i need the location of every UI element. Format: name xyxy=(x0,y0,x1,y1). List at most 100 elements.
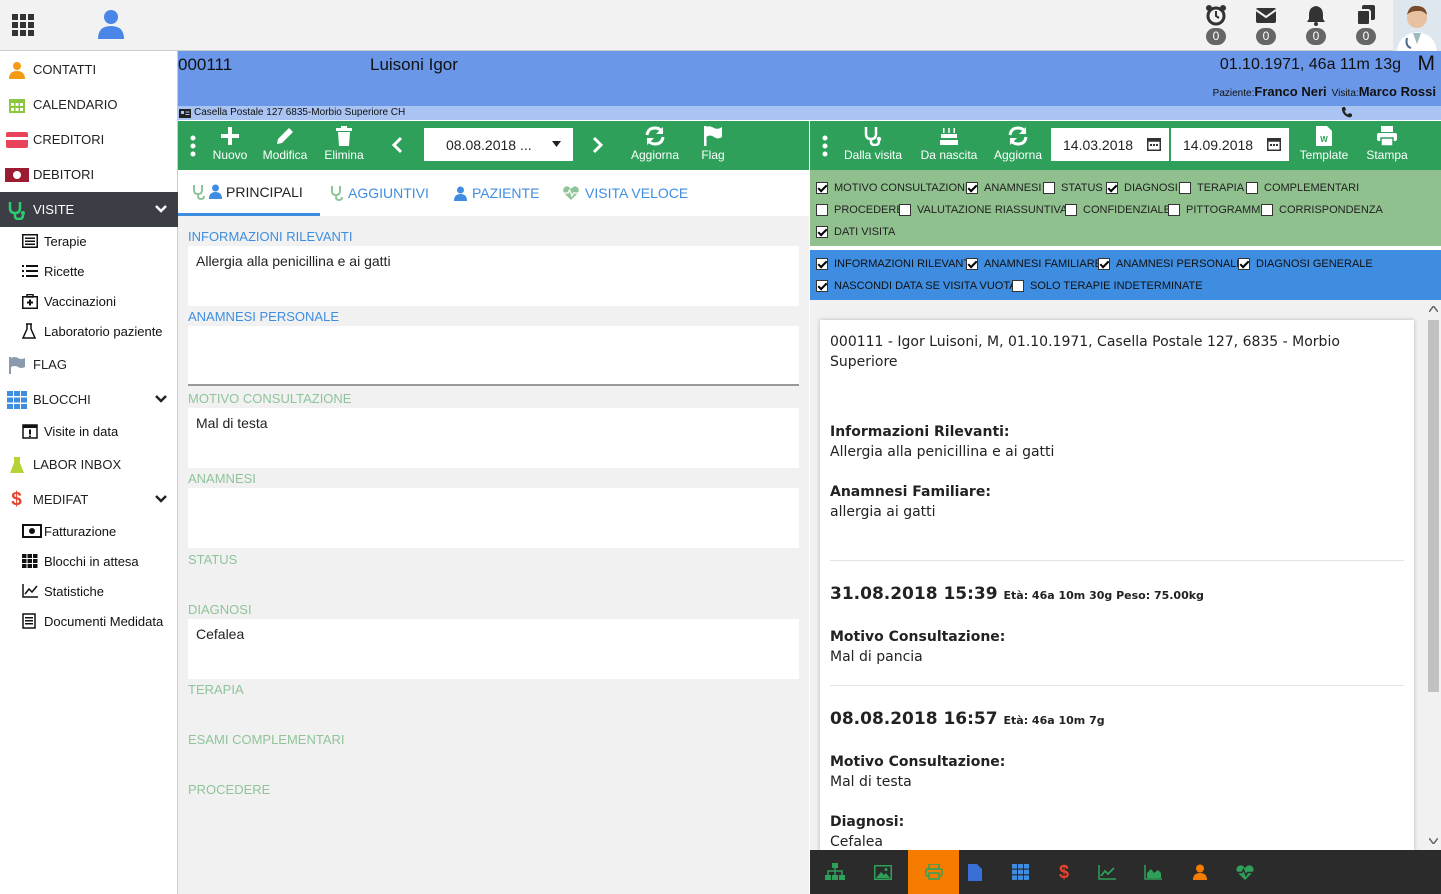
chevron-right-icon[interactable] xyxy=(592,136,604,154)
sidebar-item-visite[interactable]: VISITE xyxy=(0,192,178,227)
filter-diagnosi-generale[interactable]: DIAGNOSI GENERALE xyxy=(1238,256,1373,272)
calendar-icon[interactable] xyxy=(1267,137,1281,151)
filter-status[interactable]: STATUS xyxy=(1043,180,1103,196)
sidebar-subitem-fatturazione[interactable]: Fatturazione xyxy=(22,516,116,546)
sidebar-subitem-vaccinazioni[interactable]: Vaccinazioni xyxy=(22,286,116,316)
blocks-button[interactable] xyxy=(997,850,1043,894)
elimina-button[interactable]: Elimina xyxy=(322,126,366,162)
checkbox[interactable] xyxy=(816,258,828,270)
sidebar-item-creditori[interactable]: CREDITORI xyxy=(0,122,178,157)
procedere-label[interactable]: PROCEDERE xyxy=(188,782,270,797)
sidebar-item-blocchi[interactable]: BLOCCHI xyxy=(0,382,178,417)
filter-anamnesi[interactable]: ANAMNESI xyxy=(966,180,1041,196)
doctor-avatar[interactable] xyxy=(1393,0,1441,51)
scroll-up-arrow[interactable] xyxy=(1429,306,1438,312)
sidebar-subitem-visite-in-data[interactable]: Visite in data xyxy=(22,416,118,446)
phone-icon[interactable] xyxy=(1341,106,1353,118)
sidebar-subitem-blocchi-attesa[interactable]: Blocchi in attesa xyxy=(22,546,139,576)
date-to-input[interactable]: 14.09.2018 xyxy=(1171,128,1289,161)
filter-procedere[interactable]: PROCEDERE xyxy=(816,202,904,218)
sidebar-item-contatti[interactable]: CONTATTI xyxy=(0,52,178,87)
terapia-label[interactable]: TERAPIA xyxy=(188,682,244,697)
messages-button[interactable]: 0 xyxy=(1251,4,1281,45)
checkbox[interactable] xyxy=(1246,182,1258,194)
checkbox[interactable] xyxy=(899,204,911,216)
filter-confidenziale[interactable]: CONFIDENZIALE xyxy=(1065,202,1171,218)
aggiorna-right-button[interactable]: Aggiorna xyxy=(992,126,1044,162)
documents-button[interactable]: 0 xyxy=(1351,4,1381,45)
sidebar-subitem-laboratorio[interactable]: Laboratorio paziente xyxy=(22,316,163,346)
visit-date-select[interactable]: 08.08.2018 ... xyxy=(424,128,573,161)
filter-diagnosi[interactable]: DIAGNOSI xyxy=(1106,180,1178,196)
modifica-button[interactable]: Modifica xyxy=(261,126,309,162)
sidebar-item-labor-inbox[interactable]: LABOR INBOX xyxy=(0,447,178,482)
template-button[interactable]: W Template xyxy=(1297,126,1351,162)
stampa-button[interactable]: Stampa xyxy=(1364,126,1410,162)
filter-complementari[interactable]: COMPLEMENTARI xyxy=(1246,180,1359,196)
sidebar-item-calendario[interactable]: CALENDARIO xyxy=(0,87,178,122)
sidebar-subitem-ricette[interactable]: Ricette xyxy=(22,256,84,286)
chevron-left-icon[interactable] xyxy=(391,136,403,154)
aggiorna-button[interactable]: Aggiorna xyxy=(629,126,681,162)
checkbox[interactable] xyxy=(1106,182,1118,194)
image-button[interactable] xyxy=(860,850,906,894)
checkbox[interactable] xyxy=(1065,204,1077,216)
anamnesi-personale-field[interactable] xyxy=(188,326,799,386)
scroll-down-arrow[interactable] xyxy=(1429,838,1438,844)
filter-motivo-consultazione[interactable]: MOTIVO CONSULTAZIONE xyxy=(816,180,972,196)
flag-button[interactable]: Flag xyxy=(698,126,728,162)
filter-terapia[interactable]: TERAPIA xyxy=(1179,180,1244,196)
checkbox[interactable] xyxy=(1168,204,1180,216)
checkbox[interactable] xyxy=(1098,258,1110,270)
checkbox[interactable] xyxy=(1179,182,1191,194)
sidebar-item-medifat[interactable]: $ MEDIFAT xyxy=(0,482,178,517)
checkbox[interactable] xyxy=(966,182,978,194)
scrollbar-thumb[interactable] xyxy=(1428,320,1439,692)
billing-button[interactable]: $ xyxy=(1041,850,1087,894)
checkbox[interactable] xyxy=(966,258,978,270)
filter-corrispondenza[interactable]: CORRISPONDENZA xyxy=(1261,202,1383,218)
sidebar-subitem-terapie[interactable]: Terapie xyxy=(22,226,87,256)
checkbox[interactable] xyxy=(1261,204,1273,216)
filter-anamnesi-personale[interactable]: ANAMNESI PERSONALE xyxy=(1098,256,1244,272)
statistics-button[interactable] xyxy=(1084,850,1130,894)
motivo-consultazione-field[interactable]: Mal di testa xyxy=(188,408,799,468)
alarm-button[interactable]: 0 xyxy=(1201,4,1231,45)
document-button[interactable] xyxy=(952,850,998,894)
more-vertical-icon[interactable] xyxy=(190,135,196,157)
notifications-button[interactable]: 0 xyxy=(1301,4,1331,45)
area-chart-button[interactable] xyxy=(1130,850,1176,894)
calendar-icon[interactable] xyxy=(1147,137,1161,151)
more-vertical-icon[interactable] xyxy=(822,135,828,157)
checkbox[interactable] xyxy=(816,226,828,238)
filter-pittogrammi[interactable]: PITTOGRAMMI xyxy=(1168,202,1263,218)
status-label[interactable]: STATUS xyxy=(188,552,237,567)
sidebar-subitem-documenti[interactable]: Documenti Medidata xyxy=(22,606,163,636)
dalla-visita-button[interactable]: Dalla visita xyxy=(842,126,904,162)
vitals-button[interactable] xyxy=(1222,850,1268,894)
sidebar-item-debitori[interactable]: DEBITORI xyxy=(0,157,178,192)
info-rilevanti-field[interactable]: Allergia alla penicillina e ai gatti xyxy=(188,246,799,306)
filter-valutazione-riassuntiva[interactable]: VALUTAZIONE RIASSUNTIVA xyxy=(899,202,1067,218)
tab-paziente[interactable]: PAZIENTE xyxy=(454,170,539,216)
filter-dati-visita[interactable]: DATI VISITA xyxy=(816,224,895,240)
da-nascita-button[interactable]: Da nascita xyxy=(918,126,980,162)
checkbox[interactable] xyxy=(1012,280,1024,292)
checkbox[interactable] xyxy=(816,280,828,292)
filter-informazioni-rilevanti[interactable]: INFORMAZIONI RILEVANTI xyxy=(816,256,973,272)
diagnosi-field[interactable]: Cefalea xyxy=(188,619,799,679)
checkbox[interactable] xyxy=(816,182,828,194)
user-profile-icon[interactable] xyxy=(97,9,125,39)
anamnesi-field[interactable] xyxy=(188,488,799,548)
checkbox[interactable] xyxy=(1238,258,1250,270)
nuovo-button[interactable]: Nuovo xyxy=(210,126,250,162)
tab-principali[interactable]: PRINCIPALI xyxy=(178,170,320,216)
esami-complementari-label[interactable]: ESAMI COMPLEMENTARI xyxy=(188,732,345,747)
filter-anamnesi-familiare[interactable]: ANAMNESI FAMILIARE xyxy=(966,256,1102,272)
checkbox[interactable] xyxy=(1043,182,1055,194)
patient-button[interactable] xyxy=(1177,850,1223,894)
filter-solo-terapie-indeterminate[interactable]: SOLO TERAPIE INDETERMINATE xyxy=(1012,278,1203,294)
date-from-input[interactable]: 14.03.2018 xyxy=(1051,128,1169,161)
tab-aggiuntivi[interactable]: AGGIUNTIVI xyxy=(330,170,429,216)
tab-visita-veloce[interactable]: VISITA VELOCE xyxy=(563,170,688,216)
